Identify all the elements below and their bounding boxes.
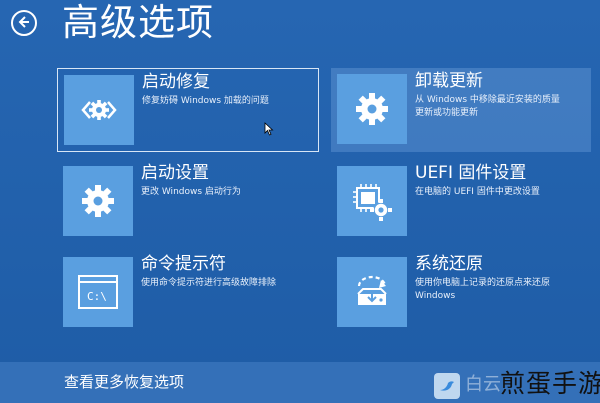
tile-title: 卸载更新	[415, 71, 483, 91]
startup-settings-tile[interactable]: 启动设置 更改 Windows 启动行为	[57, 160, 319, 244]
arrow-left-icon	[17, 14, 31, 33]
tile-description: 从 Windows 中移除最近安装的质量 更新或功能更新	[415, 95, 560, 118]
tile-description: 使用你电脑上记录的还原点来还原 Windows	[415, 278, 551, 301]
back-button[interactable]	[11, 10, 37, 36]
tile-description: 在电脑的 UEFI 固件中更改设置	[415, 187, 540, 197]
advanced-options-screen: 高级选项 启动修复 修复妨碍 Windows 加载的问题 卸载更新 从 Wind…	[0, 0, 600, 403]
tile-title: 启动修复	[142, 72, 210, 92]
tile-title: 启动设置	[141, 163, 209, 183]
gear-icon	[337, 74, 407, 144]
prompt-text: C:\	[87, 290, 107, 303]
watermark-bird-logo	[434, 373, 460, 399]
watermark-faint-text: 白云	[465, 374, 501, 395]
tile-description: 修复妨碍 Windows 加载的问题	[142, 96, 269, 106]
tile-title: UEFI 固件设置	[415, 163, 527, 183]
gear-icon	[63, 166, 133, 236]
system-restore-tile[interactable]: 系统还原 使用你电脑上记录的还原点来还原 Windows	[331, 251, 591, 335]
code-gear-icon	[64, 75, 134, 145]
page-title: 高级选项	[62, 1, 214, 44]
uninstall-updates-tile[interactable]: 卸载更新 从 Windows 中移除最近安装的质量 更新或功能更新	[331, 68, 591, 152]
startup-repair-tile[interactable]: 启动修复 修复妨碍 Windows 加载的问题	[57, 68, 319, 152]
watermark-text: 煎蛋手游	[500, 369, 600, 398]
tile-title: 命令提示符	[141, 254, 226, 274]
chip-gear-icon	[337, 166, 407, 236]
more-recovery-options-link[interactable]: 查看更多恢复选项	[64, 372, 184, 392]
system-restore-icon	[337, 257, 407, 327]
uefi-firmware-settings-tile[interactable]: UEFI 固件设置 在电脑的 UEFI 固件中更改设置	[331, 160, 591, 244]
tile-description: 更改 Windows 启动行为	[141, 187, 241, 197]
command-prompt-icon: C:\	[63, 257, 133, 327]
command-prompt-tile[interactable]: C:\ 命令提示符 使用命令提示符进行高级故障排除	[57, 251, 319, 335]
tile-description: 使用命令提示符进行高级故障排除	[141, 278, 277, 288]
tile-title: 系统还原	[415, 254, 483, 274]
